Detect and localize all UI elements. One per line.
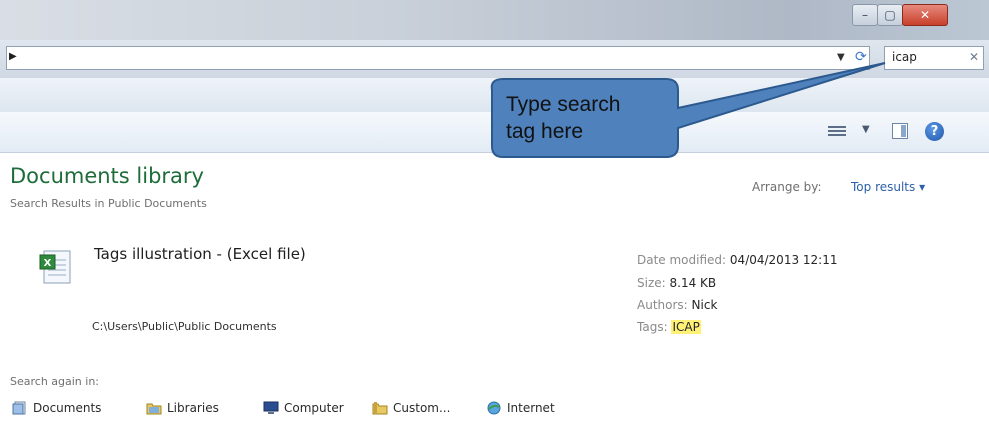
size-label: Size: [637, 276, 666, 290]
address-bar[interactable]: ▶ ▼ ⟳ [6, 46, 870, 70]
custom-icon [372, 402, 388, 415]
clear-search-icon[interactable]: ✕ [969, 50, 979, 64]
result-file-path: C:\Users\Public\Public Documents [92, 320, 277, 333]
authors-value: Nick [691, 298, 718, 312]
date-modified-label: Date modified: [637, 253, 727, 267]
location-label: Computer [284, 401, 344, 415]
search-input[interactable]: icap ✕ [884, 46, 984, 70]
excel-file-icon[interactable]: X [36, 247, 76, 287]
libraries-icon [146, 403, 162, 415]
computer-icon [263, 401, 279, 414]
tags-label: Tags: [637, 320, 668, 334]
search-again-internet[interactable]: Internet [486, 401, 555, 415]
date-modified-value: 04/04/2013 12:11 [729, 253, 838, 267]
maximize-button[interactable]: ▢ [877, 4, 903, 26]
page-title: Documents library [10, 164, 204, 188]
location-label: Internet [507, 401, 555, 415]
title-bar [0, 0, 989, 40]
result-file-name[interactable]: Tags illustration - (Excel file) [94, 245, 306, 263]
arrange-by-label: Arrange by: [752, 180, 822, 194]
authors-label: Authors: [637, 298, 688, 312]
close-icon: ✕ [919, 8, 931, 22]
authors: Authors: Nick [637, 298, 717, 312]
tags: Tags: ICAP [637, 320, 701, 334]
documents-icon [12, 401, 26, 415]
search-again-libraries[interactable]: Libraries [146, 401, 219, 415]
minimize-icon: – [862, 8, 868, 22]
arrange-by-dropdown[interactable]: Top results ▾ [851, 180, 925, 194]
date-modified: Date modified: 04/04/2013 12:11 [637, 253, 837, 267]
location-label: Documents [33, 401, 102, 415]
internet-icon [487, 401, 501, 415]
address-dropdown-icon[interactable]: ▼ [837, 52, 845, 63]
file-size: Size: 8.14 KB [637, 276, 716, 290]
location-label: Libraries [167, 401, 219, 415]
location-label: Custom... [393, 401, 451, 415]
size-value: 8.14 KB [669, 276, 717, 290]
callout-line-1: Type search [506, 93, 621, 116]
change-view-icon[interactable] [828, 124, 846, 138]
refresh-icon[interactable]: ⟳ [855, 49, 867, 65]
search-again-documents[interactable]: Documents [12, 401, 101, 415]
tags-value: ICAP [671, 320, 701, 334]
maximize-icon: ▢ [884, 8, 896, 22]
callout-line-2: tag here [506, 120, 584, 143]
help-icon[interactable]: ? [925, 122, 944, 141]
breadcrumb-arrow-icon[interactable]: ▶ [9, 51, 17, 62]
callout-text: Type search tag here [506, 91, 676, 145]
search-again-computer[interactable]: Computer [263, 401, 344, 415]
toolbar: ▼ ? [0, 112, 989, 153]
search-query-text[interactable]: icap [892, 50, 917, 64]
search-again-custom[interactable]: Custom... [372, 401, 450, 415]
view-options-dropdown-icon[interactable]: ▼ [862, 124, 870, 135]
page-subtitle: Search Results in Public Documents [10, 197, 207, 210]
preview-pane-icon[interactable] [892, 123, 908, 139]
search-again-label: Search again in: [10, 375, 100, 388]
menu-strip [0, 78, 989, 113]
minimize-button[interactable]: – [852, 4, 878, 26]
address-row: ▶ ▼ ⟳ icap ✕ [0, 40, 989, 79]
svg-text:X: X [44, 258, 52, 269]
close-button[interactable]: ✕ [902, 4, 948, 26]
